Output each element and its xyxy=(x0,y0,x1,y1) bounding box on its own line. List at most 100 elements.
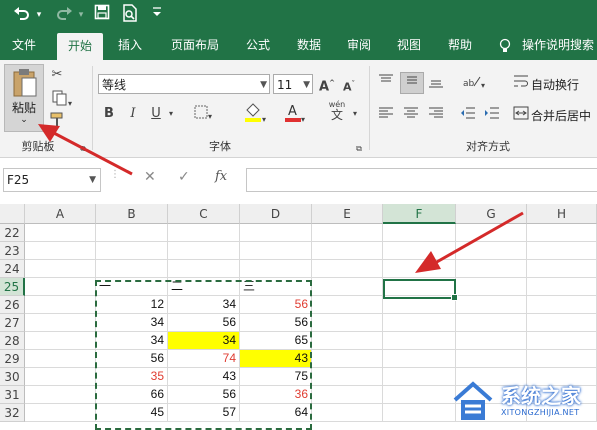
tab-review[interactable]: 审阅 xyxy=(339,30,379,60)
increase-indent-icon[interactable] xyxy=(482,106,502,126)
cell-e28[interactable] xyxy=(312,332,383,350)
select-all-corner[interactable] xyxy=(0,204,25,224)
row-header-31[interactable]: 31 xyxy=(0,386,25,404)
cell-g24[interactable] xyxy=(456,260,527,278)
cell-d26[interactable]: 56 xyxy=(240,296,312,314)
cell-g25[interactable] xyxy=(456,278,527,296)
cut-icon[interactable]: ✂ xyxy=(48,66,66,84)
cell-f28[interactable] xyxy=(383,332,456,350)
print-preview-icon[interactable] xyxy=(120,4,140,26)
cell-a30[interactable] xyxy=(25,368,96,386)
cell-c32[interactable]: 57 xyxy=(168,404,240,422)
borders-button[interactable]: ▾ xyxy=(190,105,216,126)
column-header-e[interactable]: E xyxy=(312,204,383,224)
cell-h22[interactable] xyxy=(527,224,597,242)
decrease-indent-icon[interactable] xyxy=(458,106,478,126)
cell-d22[interactable] xyxy=(240,224,312,242)
cell-a26[interactable] xyxy=(25,296,96,314)
cell-e23[interactable] xyxy=(312,242,383,260)
cell-g29[interactable] xyxy=(456,350,527,368)
redo-dropdown-icon[interactable]: ▾ xyxy=(76,4,86,26)
cell-h25[interactable] xyxy=(527,278,597,296)
cell-a29[interactable] xyxy=(25,350,96,368)
cell-e22[interactable] xyxy=(312,224,383,242)
row-header-30[interactable]: 30 xyxy=(0,368,25,386)
tab-formulas[interactable]: 公式 xyxy=(238,30,278,60)
row-header-29[interactable]: 29 xyxy=(0,350,25,368)
cell-b31[interactable]: 66 xyxy=(96,386,168,404)
cell-b25[interactable]: 一 xyxy=(96,278,168,296)
tab-home[interactable]: 开始 xyxy=(57,33,103,60)
font-launcher-icon[interactable]: ⧉ xyxy=(354,140,364,158)
cell-h29[interactable] xyxy=(527,350,597,368)
cell-e25[interactable] xyxy=(312,278,383,296)
undo-icon[interactable] xyxy=(10,4,32,26)
cell-f22[interactable] xyxy=(383,224,456,242)
cell-d27[interactable]: 56 xyxy=(240,314,312,332)
font-size-select[interactable]: 11 ▼ xyxy=(273,74,313,94)
wrap-text-button[interactable]: 自动换行 xyxy=(531,76,579,93)
align-middle-icon[interactable] xyxy=(400,72,424,94)
orientation-icon[interactable]: ab ▾ xyxy=(460,74,488,95)
tab-page-layout[interactable]: 页面布局 xyxy=(162,30,228,60)
cell-g26[interactable] xyxy=(456,296,527,314)
cell-g23[interactable] xyxy=(456,242,527,260)
fill-color-button[interactable]: ▾ xyxy=(240,102,270,129)
save-icon[interactable] xyxy=(92,4,112,26)
column-header-g[interactable]: G xyxy=(456,204,527,224)
font-color-button[interactable]: A ▾ xyxy=(280,102,310,129)
grow-font-button[interactable]: A^ xyxy=(318,74,336,96)
cancel-icon[interactable]: ✕ xyxy=(144,169,156,185)
cell-e24[interactable] xyxy=(312,260,383,278)
cell-e29[interactable] xyxy=(312,350,383,368)
cell-b29[interactable]: 56 xyxy=(96,350,168,368)
cell-c27[interactable]: 56 xyxy=(168,314,240,332)
cell-e26[interactable] xyxy=(312,296,383,314)
cell-e31[interactable] xyxy=(312,386,383,404)
cell-h24[interactable] xyxy=(527,260,597,278)
cell-d32[interactable]: 64 xyxy=(240,404,312,422)
cell-b28[interactable]: 34 xyxy=(96,332,168,350)
copy-icon[interactable]: ▾ xyxy=(48,90,76,113)
italic-button[interactable]: I xyxy=(125,105,141,123)
underline-button[interactable]: U xyxy=(148,105,164,123)
font-name-select[interactable]: 等线 ▼ xyxy=(98,74,270,94)
row-header-26[interactable]: 26 xyxy=(0,296,25,314)
cell-f29[interactable] xyxy=(383,350,456,368)
cell-d24[interactable] xyxy=(240,260,312,278)
align-left-icon[interactable] xyxy=(376,106,396,126)
tab-insert[interactable]: 插入 xyxy=(110,30,150,60)
cell-f23[interactable] xyxy=(383,242,456,260)
cell-b23[interactable] xyxy=(96,242,168,260)
cell-b32[interactable]: 45 xyxy=(96,404,168,422)
row-header-28[interactable]: 28 xyxy=(0,332,25,350)
align-right-icon[interactable] xyxy=(426,106,446,126)
row-header-22[interactable]: 22 xyxy=(0,224,25,242)
cell-d25[interactable]: 三 xyxy=(240,278,312,296)
cell-f27[interactable] xyxy=(383,314,456,332)
cell-a32[interactable] xyxy=(25,404,96,422)
cell-c28[interactable]: 34 xyxy=(168,332,240,350)
cell-f30[interactable] xyxy=(383,368,456,386)
cell-d31[interactable]: 36 xyxy=(240,386,312,404)
cell-c22[interactable] xyxy=(168,224,240,242)
clipboard-launcher-icon[interactable]: ⧉ xyxy=(78,140,88,158)
cell-f31[interactable] xyxy=(383,386,456,404)
cell-d23[interactable] xyxy=(240,242,312,260)
cell-g28[interactable] xyxy=(456,332,527,350)
cell-a31[interactable] xyxy=(25,386,96,404)
row-header-25[interactable]: 25 xyxy=(0,278,25,296)
redo-icon[interactable] xyxy=(54,4,76,26)
cell-a22[interactable] xyxy=(25,224,96,242)
cell-b30[interactable]: 35 xyxy=(96,368,168,386)
enter-icon[interactable]: ✓ xyxy=(178,169,190,185)
cell-c23[interactable] xyxy=(168,242,240,260)
cell-d28[interactable]: 65 xyxy=(240,332,312,350)
fill-handle[interactable] xyxy=(451,294,458,301)
cell-a24[interactable] xyxy=(25,260,96,278)
cell-a28[interactable] xyxy=(25,332,96,350)
cell-b26[interactable]: 12 xyxy=(96,296,168,314)
active-cell-f25[interactable] xyxy=(383,279,458,301)
row-header-24[interactable]: 24 xyxy=(0,260,25,278)
column-header-d[interactable]: D xyxy=(240,204,312,224)
